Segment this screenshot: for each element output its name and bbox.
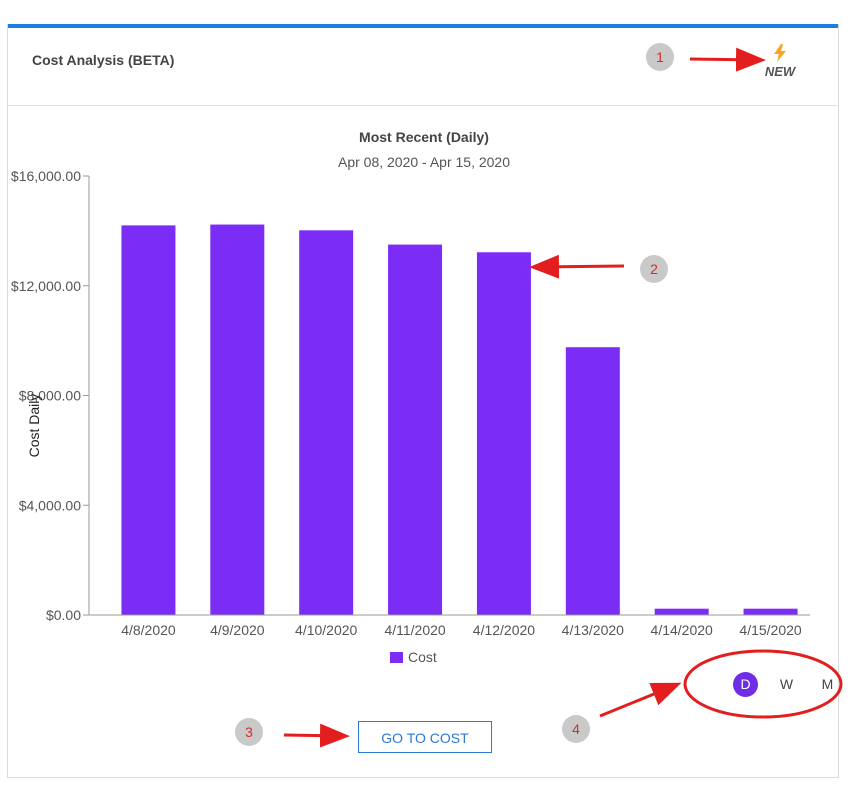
bar-4/15/2020[interactable] [743, 608, 798, 615]
period-monthly-button[interactable]: M [815, 672, 840, 697]
period-daily-button[interactable]: D [733, 672, 758, 697]
bar-4/13/2020[interactable] [565, 347, 620, 615]
x-tick-label: 4/11/2020 [384, 622, 445, 638]
y-tick-label: $12,000.00 [11, 278, 81, 294]
bar-4/9/2020[interactable] [210, 224, 265, 615]
x-tick-label: 4/8/2020 [121, 622, 176, 638]
annotation-marker-3: 3 [235, 718, 263, 746]
period-toggle: D W M [733, 672, 856, 697]
legend-swatch [390, 651, 403, 663]
bar-4/11/2020[interactable] [388, 244, 443, 615]
y-tick-label: $16,000.00 [11, 168, 81, 184]
y-axis-label: Cost Daily [26, 394, 42, 458]
chart-legend[interactable]: Cost [390, 649, 437, 665]
y-tick-label: $0.00 [46, 607, 81, 623]
x-tick-label: 4/10/2020 [295, 622, 357, 638]
x-tick-label: 4/14/2020 [651, 622, 713, 638]
annotation-marker-2: 2 [640, 255, 668, 283]
x-tick-label: 4/12/2020 [473, 622, 535, 638]
bar-4/8/2020[interactable] [121, 225, 176, 615]
bar-4/12/2020[interactable] [476, 252, 531, 615]
x-tick-label: 4/13/2020 [562, 622, 624, 638]
x-tick-label: 4/15/2020 [739, 622, 801, 638]
annotation-marker-4: 4 [562, 715, 590, 743]
bar-4/14/2020[interactable] [654, 608, 709, 615]
bar-4/10/2020[interactable] [299, 230, 354, 616]
annotation-marker-1: 1 [646, 43, 674, 71]
period-weekly-button[interactable]: W [774, 672, 799, 697]
go-to-cost-button[interactable]: GO TO COST [358, 721, 492, 753]
y-tick-label: $4,000.00 [19, 497, 81, 513]
legend-label: Cost [408, 649, 437, 665]
x-tick-label: 4/9/2020 [210, 622, 265, 638]
cost-bar-chart: $0.00$4,000.00$8,000.00$12,000.00$16,000… [11, 168, 810, 638]
cost-analysis-card: Cost Analysis (BETA) NEW Most Recent (Da… [7, 24, 839, 778]
